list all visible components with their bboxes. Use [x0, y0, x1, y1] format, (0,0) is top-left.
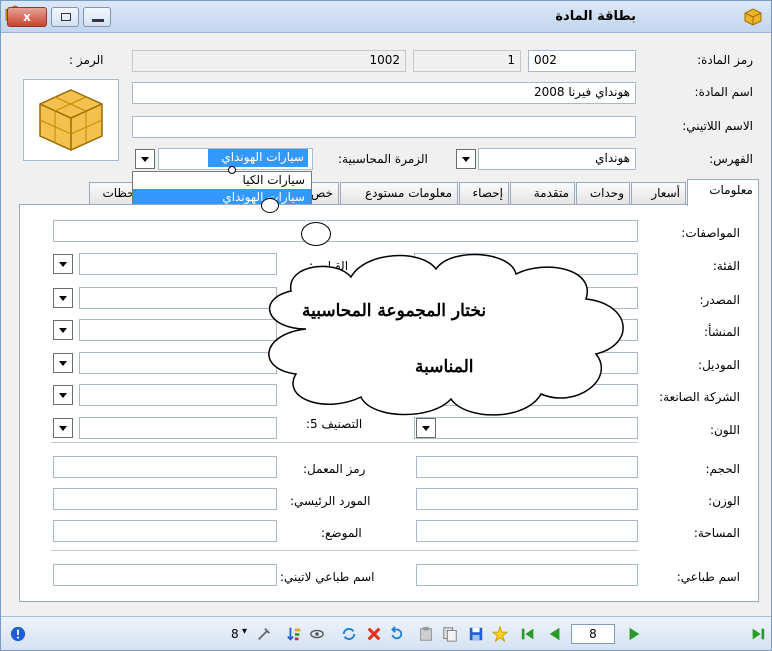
- status-toolbar: 8 ▾ 8: [1, 616, 771, 650]
- print-latin-name-input[interactable]: [53, 564, 277, 586]
- tab-prices[interactable]: أسعار: [631, 182, 686, 204]
- index-label: الفهرس:: [709, 152, 753, 166]
- weight-input[interactable]: [416, 488, 638, 510]
- window-title: بطاقة المادة: [555, 9, 636, 24]
- area-input[interactable]: [416, 520, 638, 542]
- item-card-window: x بطاقة المادة رمز المادة: 002 1 1002 ال…: [0, 0, 772, 651]
- lab-code-label: رمز المعمل:: [303, 462, 366, 476]
- box-image-icon: [39, 89, 103, 151]
- callout-cloud: [268, 253, 624, 416]
- print-name-input[interactable]: [416, 564, 638, 586]
- weight-label: الوزن:: [708, 494, 740, 508]
- item-image[interactable]: [23, 79, 119, 161]
- undo-icon[interactable]: [387, 626, 405, 642]
- maker-label: الشركة الصانعة:: [659, 390, 740, 404]
- index-combo[interactable]: هونداي: [478, 148, 636, 170]
- class-dropdown-button[interactable]: [53, 385, 73, 405]
- model-label: الموديل:: [698, 358, 740, 372]
- next-record-icon[interactable]: [625, 626, 643, 642]
- class2-dropdown-button[interactable]: [53, 288, 73, 308]
- symbol-label: الرمز :: [69, 53, 104, 67]
- callout-bubble: [301, 222, 331, 246]
- full-code-field: 1002: [132, 50, 406, 72]
- save-icon[interactable]: [467, 626, 485, 642]
- copy-icon[interactable]: [441, 626, 459, 642]
- position-input[interactable]: [53, 520, 277, 542]
- refresh-icon[interactable]: [340, 626, 358, 642]
- print-name-label: اسم طباعي:: [676, 570, 740, 584]
- print-latin-name-label: اسم طباعي لاتيني:: [280, 570, 375, 584]
- code-label: رمز المادة:: [697, 53, 753, 67]
- latin-name-label: الاسم اللاتيني:: [682, 119, 753, 133]
- tab-warehouse-info[interactable]: معلومات مستودع: [340, 182, 458, 204]
- category-label: الفئة:: [712, 259, 740, 273]
- info-icon[interactable]: [9, 626, 27, 642]
- callout-line-2: المناسبة: [415, 357, 474, 377]
- main-supplier-label: المورد الرئيسي:: [290, 494, 371, 508]
- tab-discounts[interactable]: خص: [310, 182, 339, 204]
- source-label: المصدر:: [699, 293, 740, 307]
- delete-icon[interactable]: [365, 626, 383, 642]
- lab-code-input[interactable]: [53, 456, 277, 478]
- latin-name-input[interactable]: [132, 116, 636, 138]
- tools-icon[interactable]: [255, 626, 273, 642]
- code-part-field: 1: [413, 50, 521, 72]
- sort-icon[interactable]: [285, 626, 303, 642]
- minimize-button[interactable]: [83, 7, 111, 27]
- area-label: المساحة:: [693, 526, 740, 540]
- tab-statistics[interactable]: إحصاء: [459, 182, 509, 204]
- separator: [51, 550, 638, 551]
- previous-record-icon[interactable]: [546, 626, 564, 642]
- tab-units[interactable]: وحدات: [576, 182, 630, 204]
- dropdown-arrow-icon[interactable]: ▾: [242, 626, 247, 637]
- item-card-icon: [744, 8, 762, 26]
- specs-input[interactable]: [53, 220, 638, 242]
- class3-dropdown-button[interactable]: [53, 320, 73, 340]
- close-button[interactable]: x: [7, 7, 47, 27]
- class4-dropdown-button[interactable]: [53, 353, 73, 373]
- favorite-icon[interactable]: [491, 626, 509, 642]
- paste-icon[interactable]: [417, 626, 435, 642]
- maximize-button[interactable]: [51, 7, 79, 27]
- index-dropdown-button[interactable]: [456, 149, 476, 169]
- account-group-selected: سيارات الهونداي: [208, 149, 308, 167]
- color-label: اللون:: [709, 423, 740, 437]
- volume-input[interactable]: [416, 456, 638, 478]
- account-group-option[interactable]: سيارات الكيا: [133, 172, 311, 189]
- callout-bubble: [228, 166, 236, 174]
- callout-bubble: [261, 198, 279, 213]
- record-position-input[interactable]: 8: [571, 624, 615, 644]
- position-label: الموضع:: [321, 526, 362, 540]
- specs-label: المواصفات:: [681, 226, 740, 240]
- origin-label: المنشأ:: [704, 325, 740, 339]
- name-label: اسم المادة:: [694, 85, 753, 99]
- callout-line-1: نختار المجموعة المحاسبية: [302, 301, 487, 321]
- name-input[interactable]: هونداي فيرنا 2008: [132, 82, 636, 104]
- first-record-icon[interactable]: [519, 626, 537, 642]
- title-bar: x بطاقة المادة: [1, 1, 771, 33]
- account-group-label: الزمرة المحاسبية:: [338, 152, 428, 166]
- tab-info[interactable]: معلومات: [687, 179, 759, 206]
- separator: [51, 442, 638, 443]
- tab-advanced[interactable]: متقدمة: [510, 182, 575, 204]
- volume-label: الحجم:: [705, 462, 740, 476]
- account-group-dropdown-button[interactable]: [135, 149, 155, 169]
- record-number: 8: [231, 627, 239, 641]
- class5-dropdown-button[interactable]: [53, 418, 73, 438]
- measure-dropdown-button[interactable]: [53, 254, 73, 274]
- code-input[interactable]: 002: [528, 50, 636, 72]
- view-icon[interactable]: [308, 626, 326, 642]
- last-record-icon[interactable]: [749, 626, 767, 642]
- color-dropdown-button[interactable]: [416, 418, 436, 438]
- main-supplier-input[interactable]: [53, 488, 277, 510]
